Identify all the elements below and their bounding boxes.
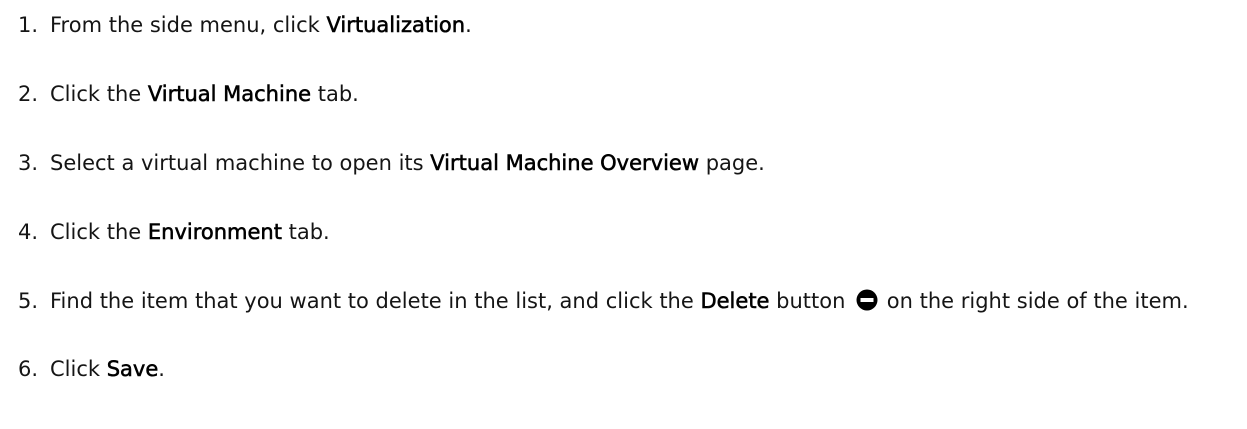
step-text: Find the item that you want to delete in… [50,289,701,313]
step-number: 4. [18,220,39,244]
step-number: 1. [18,13,39,37]
step-emphasis: Delete [700,289,770,314]
step-number: 5. [18,289,39,313]
step-number: 3. [18,151,39,175]
step-text: From the side menu, click [50,13,327,37]
step-text-end: tab. [311,82,359,106]
step-number: 2. [18,82,39,106]
step-text: Click [50,357,107,381]
step-2: 2. Click the Virtual Machine tab. [0,77,1223,111]
step-emphasis: Virtualization [326,13,466,38]
step-emphasis: Environment [147,220,283,245]
procedure-page: 1. From the side menu, click Virtualizati… [0,8,1247,429]
step-emphasis: Virtual Machine [147,82,312,107]
step-emphasis: Virtual Machine Overview [430,151,700,176]
step-4: 4. Click the Environment tab. [0,215,1223,249]
step-6: 6. Click Save. [0,352,1223,386]
step-text: Select a virtual machine to open its [50,151,431,175]
step-text: Click the [50,220,148,244]
step-text-middle: button [769,289,853,313]
step-text-end: on the right side of the item. [880,289,1189,313]
step-text: Click the [50,82,148,106]
step-text-end: page. [699,151,765,175]
step-emphasis: Save [106,357,159,382]
step-text-end: tab. [281,220,330,244]
procedure-steps: 1. From the side menu, click Virtualizati… [0,8,1223,386]
step-3: 3. Select a virtual machine to open its V… [0,146,1223,180]
step-1: 1. From the side menu, click Virtualizati… [0,8,1223,42]
step-number: 6. [18,357,39,381]
step-5: 5. Find the item that you want to delete … [0,284,1223,318]
step-text-end: . [465,13,472,37]
step-text-end: . [158,357,165,381]
minus-circle-icon [856,287,878,311]
